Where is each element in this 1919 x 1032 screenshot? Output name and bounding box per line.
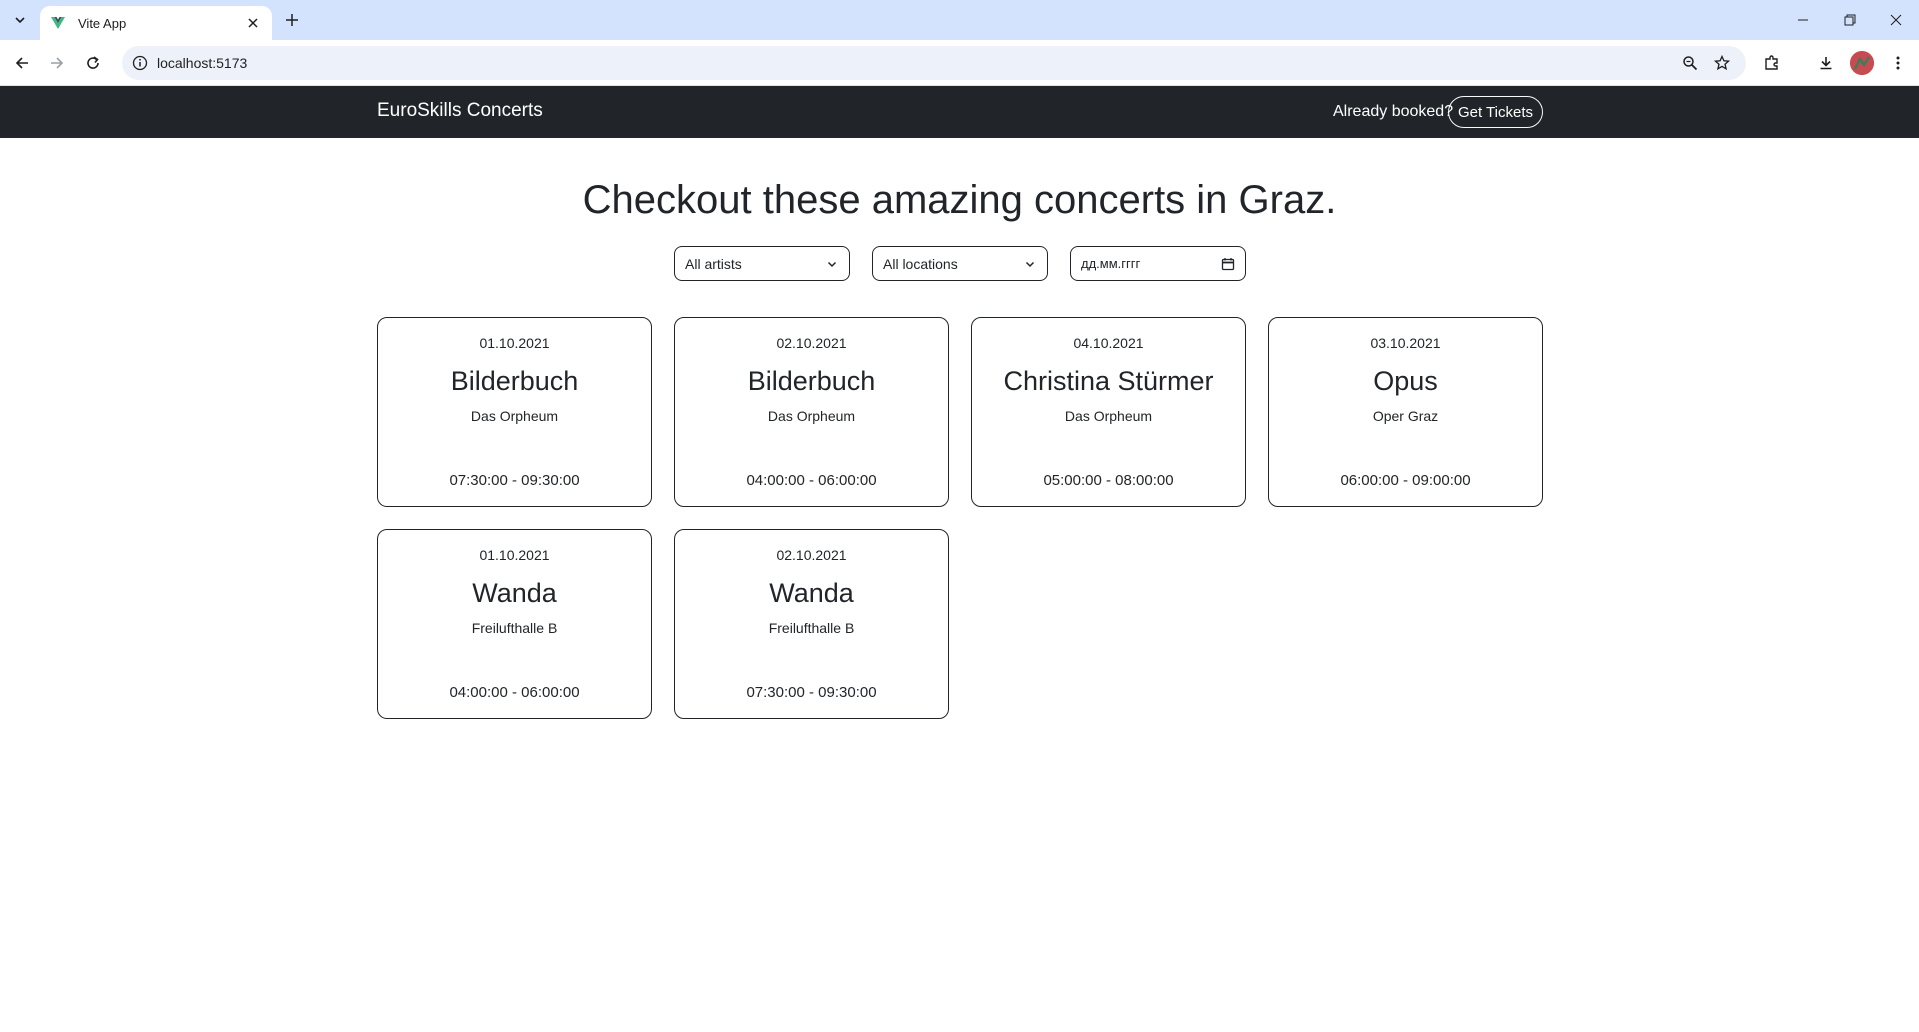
concert-artist: Opus bbox=[1373, 366, 1438, 396]
concert-artist: Bilderbuch bbox=[450, 366, 579, 396]
concert-location: Das Orpheum bbox=[767, 408, 856, 424]
concert-location: Freilufthalle B bbox=[768, 620, 855, 636]
concert-location: Das Orpheum bbox=[470, 408, 559, 424]
concert-time: 06:00:00 - 09:00:00 bbox=[1340, 472, 1471, 489]
download-icon bbox=[1820, 57, 1832, 70]
forward-button[interactable] bbox=[43, 49, 71, 77]
restore-button[interactable] bbox=[1827, 0, 1873, 40]
location-filter-value: All locations bbox=[883, 255, 958, 272]
artist-filter-value: All artists bbox=[685, 255, 742, 272]
more-vertical-icon bbox=[1896, 56, 1900, 70]
browser-tabstrip: Vite App bbox=[0, 0, 1919, 40]
downloads-button[interactable] bbox=[1812, 49, 1840, 77]
page-content: EuroSkills Concerts Already booked? Get … bbox=[0, 86, 1919, 1032]
concert-card[interactable]: 02.10.2021 Bilderbuch Das Orpheum 04:00:… bbox=[674, 317, 949, 507]
profile-avatar[interactable] bbox=[1850, 51, 1874, 75]
site-navbar: EuroSkills Concerts Already booked? Get … bbox=[0, 86, 1919, 138]
zoom-icon[interactable] bbox=[1680, 53, 1700, 73]
concert-artist: Christina Stürmer bbox=[1003, 366, 1214, 396]
minimize-button[interactable] bbox=[1780, 0, 1826, 40]
browser-toolbar: localhost:5173 bbox=[0, 40, 1919, 86]
concert-time: 05:00:00 - 08:00:00 bbox=[1043, 472, 1174, 489]
reload-button[interactable] bbox=[79, 49, 107, 77]
get-tickets-button[interactable]: Get Tickets bbox=[1448, 96, 1543, 128]
concert-location: Freilufthalle B bbox=[471, 620, 558, 636]
concert-card[interactable]: 03.10.2021 Opus Oper Graz 06:00:00 - 09:… bbox=[1268, 317, 1543, 507]
chevron-down-icon bbox=[1023, 257, 1037, 271]
already-booked-text: Already booked? bbox=[1333, 103, 1454, 120]
concert-time: 07:30:00 - 09:30:00 bbox=[449, 472, 580, 489]
location-filter-select[interactable]: All locations bbox=[872, 246, 1048, 281]
close-icon bbox=[1890, 14, 1902, 26]
reload-icon bbox=[87, 56, 99, 69]
artist-filter-select[interactable]: All artists bbox=[674, 246, 850, 281]
brand-link[interactable]: EuroSkills Concerts bbox=[377, 100, 543, 122]
tab-search-button[interactable] bbox=[8, 8, 32, 32]
profile-picture-icon bbox=[1850, 51, 1874, 75]
url-text: localhost:5173 bbox=[157, 55, 248, 71]
chevron-down-icon bbox=[15, 17, 25, 24]
concert-card[interactable]: 01.10.2021 Bilderbuch Das Orpheum 07:30:… bbox=[377, 317, 652, 507]
concert-time: 07:30:00 - 09:30:00 bbox=[746, 684, 877, 701]
chevron-down-icon bbox=[825, 257, 839, 271]
tab-title: Vite App bbox=[78, 15, 127, 31]
concert-time: 04:00:00 - 06:00:00 bbox=[746, 472, 877, 489]
concert-card[interactable]: 04.10.2021 Christina Stürmer Das Orpheum… bbox=[971, 317, 1246, 507]
concert-location: Das Orpheum bbox=[1064, 408, 1153, 424]
bookmark-star-icon[interactable] bbox=[1712, 53, 1732, 73]
restore-icon bbox=[1844, 14, 1856, 26]
concert-time: 04:00:00 - 06:00:00 bbox=[449, 684, 580, 701]
close-tab-icon[interactable] bbox=[244, 14, 262, 32]
site-info-icon[interactable] bbox=[130, 53, 150, 73]
new-tab-button[interactable] bbox=[280, 8, 304, 32]
concert-artist: Bilderbuch bbox=[747, 366, 876, 396]
concert-date: 02.10.2021 bbox=[776, 547, 847, 563]
date-placeholder: дд.мм.гггг bbox=[1081, 256, 1141, 271]
arrow-right-icon bbox=[51, 57, 64, 69]
arrow-left-icon bbox=[15, 57, 28, 69]
browser-tab[interactable]: Vite App bbox=[40, 6, 272, 40]
plus-icon bbox=[286, 14, 298, 26]
page-title: Checkout these amazing concerts in Graz. bbox=[582, 178, 1337, 222]
concert-card[interactable]: 02.10.2021 Wanda Freilufthalle B 07:30:0… bbox=[674, 529, 949, 719]
calendar-icon[interactable] bbox=[1221, 257, 1235, 271]
concert-artist: Wanda bbox=[472, 578, 557, 608]
concert-date: 02.10.2021 bbox=[776, 335, 847, 351]
minimize-icon bbox=[1798, 19, 1808, 21]
concert-date: 03.10.2021 bbox=[1370, 335, 1441, 351]
browser-menu-button[interactable] bbox=[1884, 49, 1912, 77]
date-filter-input[interactable]: дд.мм.гггг bbox=[1070, 246, 1246, 281]
concert-card[interactable]: 01.10.2021 Wanda Freilufthalle B 04:00:0… bbox=[377, 529, 652, 719]
vite-logo-icon bbox=[50, 15, 66, 31]
concert-location: Oper Graz bbox=[1372, 408, 1439, 424]
concert-date: 01.10.2021 bbox=[479, 547, 550, 563]
back-button[interactable] bbox=[8, 49, 36, 77]
concert-date: 04.10.2021 bbox=[1073, 335, 1144, 351]
concert-date: 01.10.2021 bbox=[479, 335, 550, 351]
puzzle-icon bbox=[1765, 55, 1778, 70]
address-bar[interactable]: localhost:5173 bbox=[122, 46, 1746, 80]
concert-artist: Wanda bbox=[769, 578, 854, 608]
close-window-button[interactable] bbox=[1873, 0, 1919, 40]
extensions-button[interactable] bbox=[1758, 49, 1786, 77]
